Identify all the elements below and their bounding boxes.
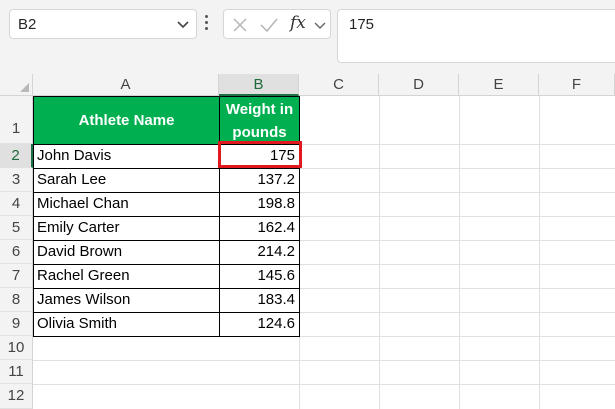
- formula-bar-area: B2 fx 175: [0, 0, 615, 74]
- row-header-10[interactable]: 10: [0, 336, 33, 360]
- row-header-11[interactable]: 11: [0, 360, 33, 384]
- fx-icon[interactable]: fx: [290, 13, 306, 33]
- gridline: [379, 96, 380, 409]
- cell-a7[interactable]: Rachel Green: [33, 264, 220, 289]
- column-header-f[interactable]: F: [539, 74, 615, 96]
- row-header-3[interactable]: 3: [0, 168, 33, 192]
- cell-a4[interactable]: Michael Chan: [33, 192, 220, 217]
- header-label: Athlete Name: [78, 112, 175, 129]
- select-all-button[interactable]: [0, 74, 33, 96]
- column-header-c[interactable]: C: [299, 74, 379, 96]
- row-header-8[interactable]: 8: [0, 288, 33, 312]
- formula-value: 175: [349, 16, 375, 33]
- gridline: [459, 96, 460, 409]
- row-header-6[interactable]: 6: [0, 240, 33, 264]
- row-header-5[interactable]: 5: [0, 216, 33, 240]
- cell-b2[interactable]: 175: [219, 144, 300, 169]
- column-header-d[interactable]: D: [379, 74, 459, 96]
- column-header-b[interactable]: B: [219, 74, 299, 96]
- cell-b3[interactable]: 137.2: [219, 168, 300, 193]
- formula-input[interactable]: 175: [337, 9, 615, 63]
- name-box-value: B2: [18, 16, 37, 33]
- header-label-line1: Weight in: [225, 100, 294, 118]
- cancel-x-icon[interactable]: [231, 16, 249, 34]
- column-header-e[interactable]: E: [459, 74, 539, 96]
- cell-a6[interactable]: David Brown: [33, 240, 220, 265]
- cell-b4[interactable]: 198.8: [219, 192, 300, 217]
- cell-b8[interactable]: 183.4: [219, 288, 300, 313]
- header-cell-athlete-name[interactable]: Athlete Name: [33, 96, 220, 145]
- more-vertical-icon[interactable]: [205, 15, 209, 33]
- row-header-12[interactable]: 12: [0, 384, 33, 409]
- cell-a2[interactable]: John Davis: [33, 144, 220, 169]
- row-header-7[interactable]: 7: [0, 264, 33, 288]
- column-header-a[interactable]: A: [33, 74, 219, 96]
- cell-b6[interactable]: 214.2: [219, 240, 300, 265]
- check-icon[interactable]: [259, 16, 279, 34]
- cell-b9[interactable]: 124.6: [219, 312, 300, 337]
- cell-b7[interactable]: 145.6: [219, 264, 300, 289]
- cell-a3[interactable]: Sarah Lee: [33, 168, 220, 193]
- gridline: [539, 96, 540, 409]
- chevron-down-icon[interactable]: [313, 18, 327, 32]
- header-cell-weight[interactable]: Weight in pounds: [219, 96, 300, 145]
- header-label-line2: pounds: [232, 123, 287, 141]
- row-header-1[interactable]: 1: [0, 96, 33, 144]
- row-header-2[interactable]: 2: [0, 144, 33, 168]
- name-box[interactable]: B2: [9, 9, 197, 39]
- chevron-down-icon[interactable]: [176, 17, 190, 31]
- gridline: [33, 384, 615, 385]
- cell-a8[interactable]: James Wilson: [33, 288, 220, 313]
- formula-buttons: fx: [223, 9, 331, 39]
- gridline: [33, 360, 615, 361]
- cell-a5[interactable]: Emily Carter: [33, 216, 220, 241]
- row-header-9[interactable]: 9: [0, 312, 33, 336]
- cell-b5[interactable]: 162.4: [219, 216, 300, 241]
- row-header-4[interactable]: 4: [0, 192, 33, 216]
- cell-a9[interactable]: Olivia Smith: [33, 312, 220, 337]
